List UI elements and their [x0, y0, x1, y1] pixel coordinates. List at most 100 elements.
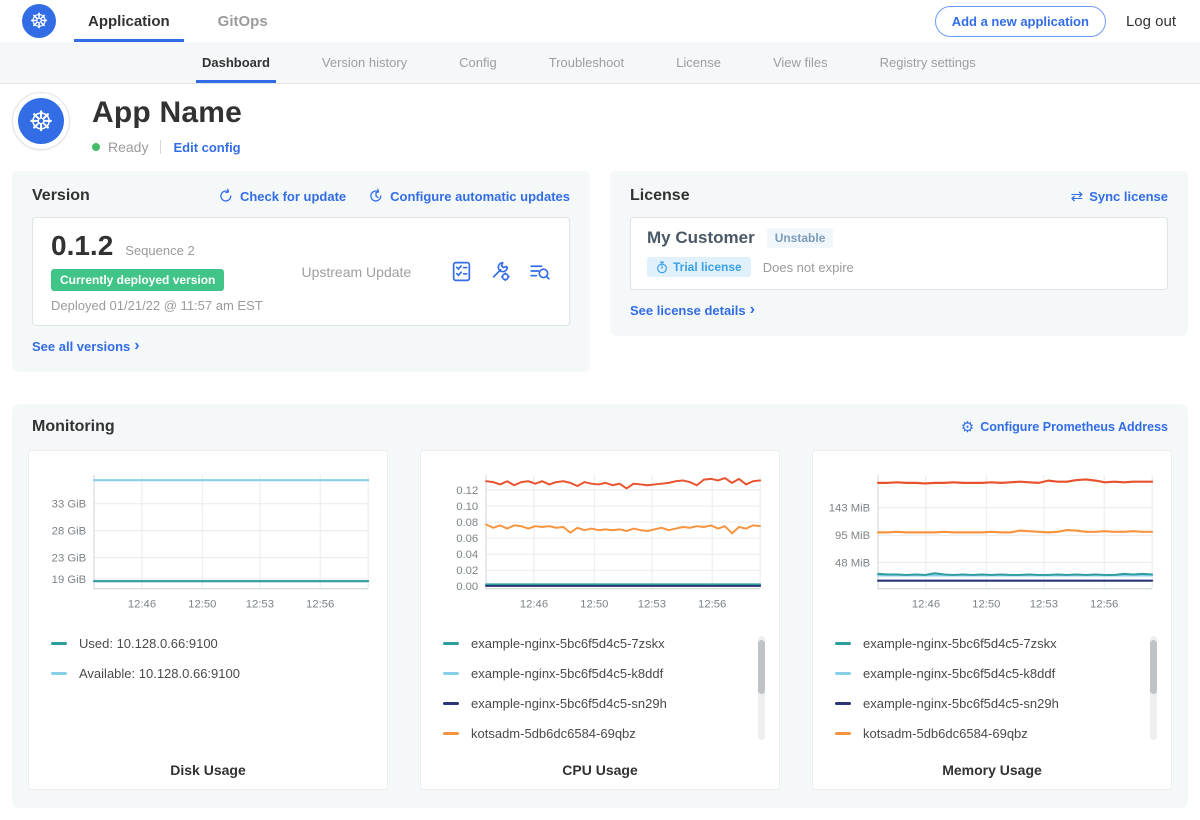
config-wrench-icon[interactable]: [489, 260, 512, 283]
tab-label: Troubleshoot: [549, 55, 624, 70]
svg-text:95 MiB: 95 MiB: [835, 530, 870, 542]
disk-usage-chart-card: 12:4612:5012:5312:5633 GiB28 GiB23 GiB19…: [28, 450, 388, 790]
memory-usage-legend: example-nginx-5bc6f5d4c5-7zskx example-ng…: [825, 636, 1159, 742]
cpu-usage-legend: example-nginx-5bc6f5d4c5-7zskx example-ng…: [433, 636, 767, 742]
logout-button[interactable]: Log out: [1126, 13, 1176, 30]
tab-label: View files: [773, 55, 828, 70]
link-label: See license details: [630, 303, 746, 318]
svg-text:12:46: 12:46: [912, 598, 940, 610]
link-label: Sync license: [1089, 189, 1168, 204]
svg-text:143 MiB: 143 MiB: [829, 502, 870, 514]
legend-scrollbar-track: [1150, 636, 1157, 740]
svg-text:0.08: 0.08: [456, 517, 478, 529]
deploy-logs-icon[interactable]: [528, 260, 551, 283]
customer-name: My Customer: [647, 228, 755, 248]
legend-swatch: [835, 702, 851, 705]
tab-license[interactable]: License: [650, 42, 747, 83]
svg-text:12:50: 12:50: [972, 598, 1000, 610]
license-heading: License: [630, 187, 690, 205]
svg-text:12:56: 12:56: [306, 598, 334, 610]
check-for-update-link[interactable]: Check for update: [218, 188, 346, 204]
charts-row: 12:4612:5012:5312:5633 GiB28 GiB23 GiB19…: [28, 450, 1172, 790]
svg-text:0.02: 0.02: [456, 565, 478, 577]
configure-automatic-updates-link[interactable]: Configure automatic updates: [368, 188, 570, 204]
svg-text:12:46: 12:46: [520, 598, 548, 610]
top-nav: ☸ Application GitOps Add a new applicati…: [0, 0, 1200, 42]
badge-label: Trial license: [673, 260, 742, 274]
svg-text:28 GiB: 28 GiB: [52, 525, 86, 537]
legend-swatch: [835, 732, 851, 735]
nav-tab-gitops[interactable]: GitOps: [218, 0, 268, 42]
svg-text:48 MiB: 48 MiB: [835, 557, 870, 569]
configure-prometheus-link[interactable]: ⚙ Configure Prometheus Address: [961, 418, 1168, 436]
gear-icon: ⚙: [961, 418, 974, 436]
refresh-icon: [218, 188, 234, 204]
app-sub-nav: Dashboard Version history Config Trouble…: [0, 42, 1200, 84]
deployed-timestamp: Deployed 01/21/22 @ 11:57 am EST: [51, 298, 263, 313]
current-version-card: 0.1.2 Sequence 2 Currently deployed vers…: [32, 217, 570, 326]
kubernetes-logo-icon[interactable]: ☸: [22, 4, 56, 38]
nav-tab-label: Application: [88, 13, 170, 30]
disk-usage-chart: 12:4612:5012:5312:5633 GiB28 GiB23 GiB19…: [41, 465, 375, 614]
version-card: Version Check for update Configure autom…: [12, 171, 590, 372]
legend-item: example-nginx-5bc6f5d4c5-k8ddf: [835, 666, 1159, 681]
tab-dashboard[interactable]: Dashboard: [176, 42, 296, 83]
legend-label: example-nginx-5bc6f5d4c5-sn29h: [471, 696, 667, 711]
svg-text:33 GiB: 33 GiB: [52, 498, 86, 510]
link-label: Configure automatic updates: [390, 189, 570, 204]
nav-tab-application[interactable]: Application: [88, 0, 170, 42]
chevron-right-icon: ›: [134, 338, 139, 354]
legend-swatch: [51, 672, 67, 675]
preflight-checks-icon[interactable]: [450, 260, 473, 283]
clock-refresh-icon: [368, 188, 384, 204]
version-number: 0.1.2: [51, 230, 113, 262]
legend-scrollbar-thumb[interactable]: [758, 640, 765, 694]
status-ready-dot: [92, 143, 100, 151]
svg-text:0.10: 0.10: [456, 501, 478, 513]
svg-text:0.12: 0.12: [456, 484, 478, 496]
legend-label: kotsadm-5db6dc6584-69qbz: [471, 726, 636, 741]
license-details-card: My Customer Unstable Trial license Does …: [630, 217, 1168, 290]
legend-item: example-nginx-5bc6f5d4c5-sn29h: [443, 696, 767, 711]
legend-swatch: [835, 642, 851, 645]
see-all-versions-link[interactable]: See all versions ›: [32, 338, 140, 354]
tab-config[interactable]: Config: [433, 42, 523, 83]
legend-label: Used: 10.128.0.66:9100: [79, 636, 218, 651]
svg-text:0.06: 0.06: [456, 533, 478, 545]
svg-text:19 GiB: 19 GiB: [52, 574, 86, 586]
tab-troubleshoot[interactable]: Troubleshoot: [523, 42, 650, 83]
legend-scrollbar-thumb[interactable]: [1150, 640, 1157, 694]
page-title: App Name: [92, 96, 242, 130]
tab-registry-settings[interactable]: Registry settings: [854, 42, 1002, 83]
legend-item: Used: 10.128.0.66:9100: [51, 636, 375, 651]
status-text: Ready: [108, 139, 148, 155]
topnav-right: Add a new application Log out: [935, 6, 1176, 37]
add-application-button[interactable]: Add a new application: [935, 6, 1106, 37]
svg-text:0.04: 0.04: [456, 549, 478, 561]
legend-item: example-nginx-5bc6f5d4c5-sn29h: [835, 696, 1159, 711]
legend-item: kotsadm-5db6dc6584-69qbz: [835, 726, 1159, 741]
legend-swatch: [443, 642, 459, 645]
deployed-badge: Currently deployed version: [51, 269, 224, 291]
legend-item: Available: 10.128.0.66:9100: [51, 666, 375, 681]
sync-arrows-icon: ⇄: [1071, 189, 1084, 204]
chart-title: Memory Usage: [825, 762, 1159, 778]
memory-usage-chart-card: 12:4612:5012:5312:56143 MiB95 MiB48 MiB …: [812, 450, 1172, 790]
tab-label: License: [676, 55, 721, 70]
legend-item: example-nginx-5bc6f5d4c5-7zskx: [443, 636, 767, 651]
summary-cards-row: Version Check for update Configure autom…: [12, 171, 1188, 372]
tab-version-history[interactable]: Version history: [296, 42, 433, 83]
legend-label: example-nginx-5bc6f5d4c5-k8ddf: [471, 666, 663, 681]
tab-label: Config: [459, 55, 497, 70]
cpu-usage-chart-card: 12:4612:5012:5312:560.120.100.080.060.04…: [420, 450, 780, 790]
edit-config-link[interactable]: Edit config: [173, 140, 240, 155]
svg-text:12:46: 12:46: [128, 598, 156, 610]
sync-license-link[interactable]: ⇄ Sync license: [1071, 189, 1168, 204]
legend-label: example-nginx-5bc6f5d4c5-k8ddf: [863, 666, 1055, 681]
legend-swatch: [443, 732, 459, 735]
legend-swatch: [443, 702, 459, 705]
legend-label: example-nginx-5bc6f5d4c5-7zskx: [471, 636, 665, 651]
tab-view-files[interactable]: View files: [747, 42, 854, 83]
legend-label: example-nginx-5bc6f5d4c5-7zskx: [863, 636, 1057, 651]
see-license-details-link[interactable]: See license details ›: [630, 302, 755, 318]
